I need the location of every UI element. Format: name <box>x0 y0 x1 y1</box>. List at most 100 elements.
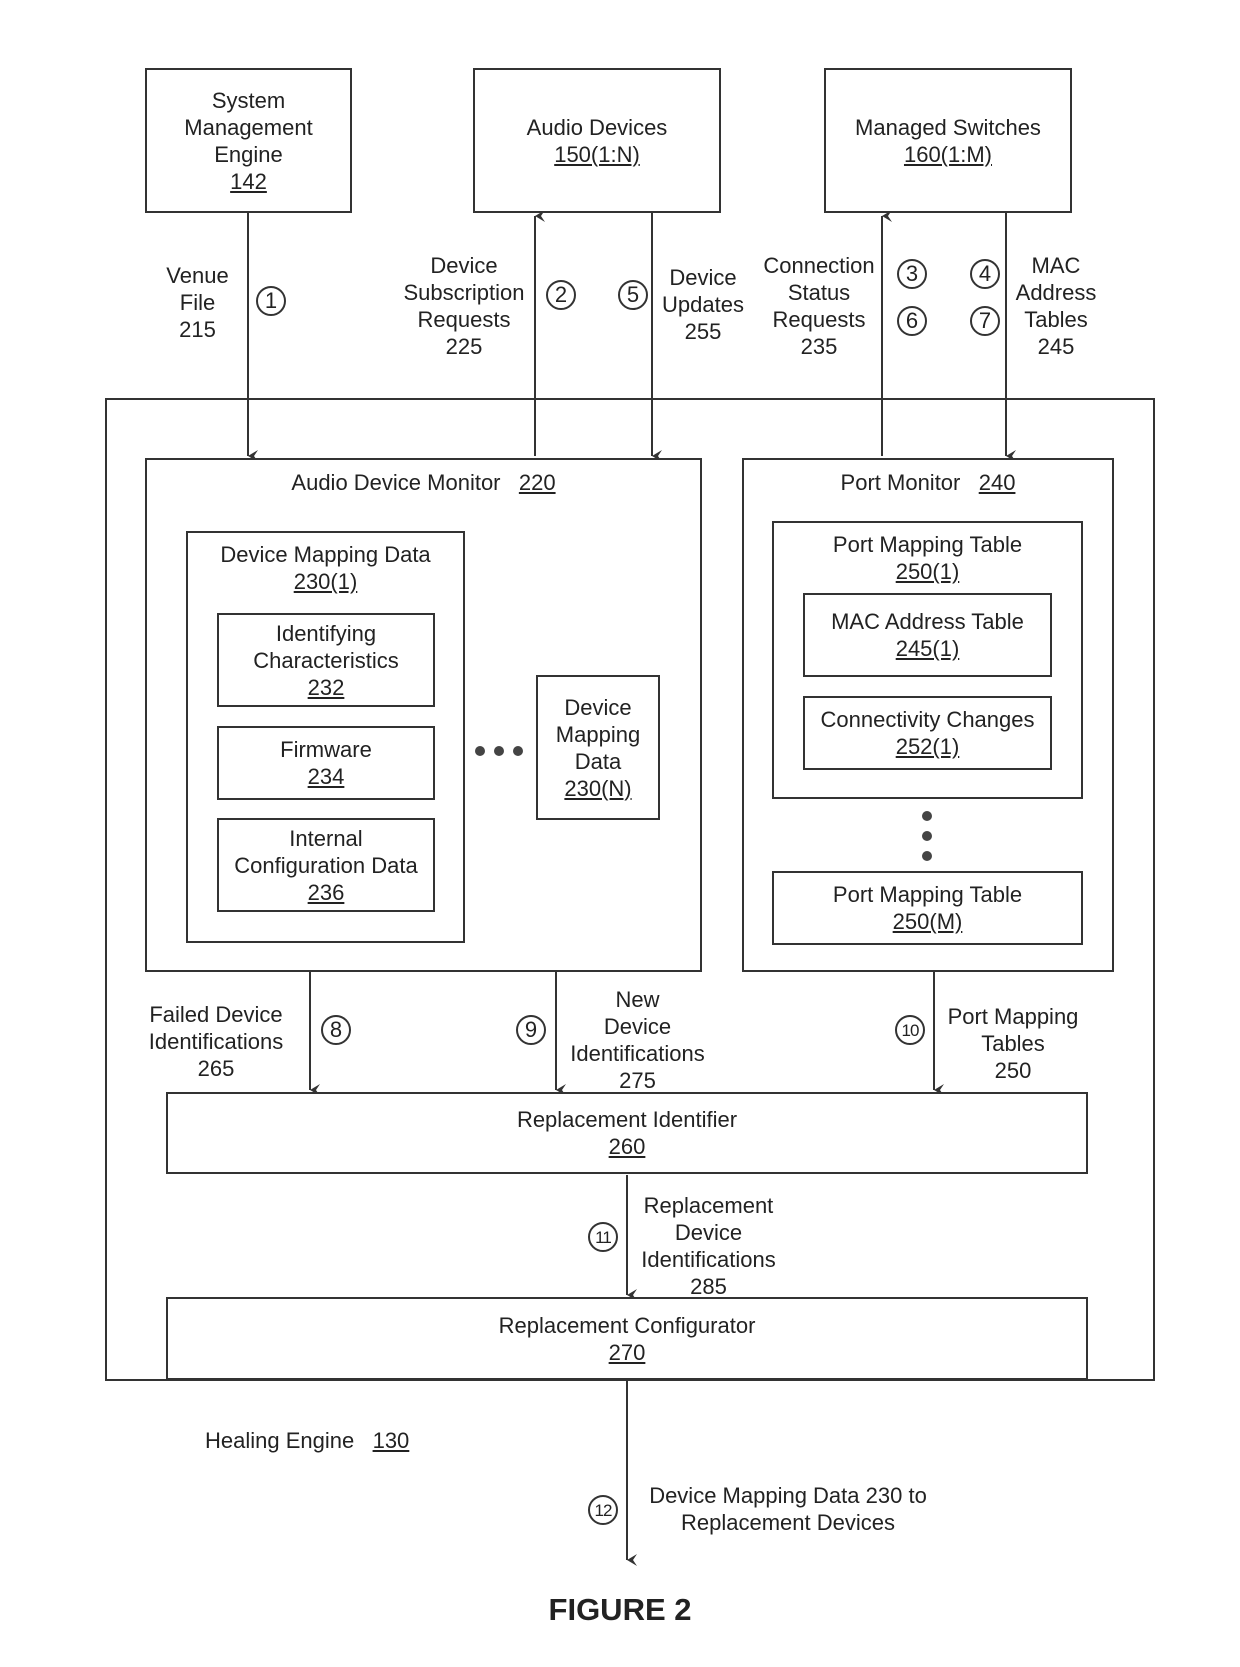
label-line: Replacement Devices <box>681 1510 895 1535</box>
connectivity-name: Connectivity Changes <box>820 707 1035 732</box>
dmdn-line: Data <box>574 748 622 774</box>
step-12-marker: 12 <box>588 1495 618 1525</box>
ri-name: Replacement Identifier <box>516 1107 738 1132</box>
label-line: Address <box>1015 280 1097 305</box>
managed-switches-box: Managed Switches 160(1:M) <box>824 68 1072 213</box>
item-line: Configuration Data <box>234 852 418 878</box>
label-line: Identifications <box>570 1041 705 1066</box>
device-mapping-output-label: Device Mapping Data 230 to Replacement D… <box>638 1482 938 1536</box>
label-line: 215 <box>179 317 216 342</box>
item-line: Firmware <box>280 737 372 762</box>
step-11-marker: 11 <box>588 1222 618 1252</box>
ellipsis-dot <box>922 851 932 861</box>
replacement-identifier-box: Replacement Identifier 260 <box>166 1092 1088 1174</box>
new-device-ids-label: New Device Identifications 275 <box>565 986 710 1094</box>
pm-ref: 240 <box>978 470 1016 495</box>
ellipsis-dot <box>494 746 504 756</box>
label-line: File <box>179 290 216 315</box>
item-line: Internal <box>289 825 363 851</box>
label-line: Device <box>603 1014 672 1039</box>
step-3-marker: 3 <box>897 259 927 289</box>
mac-address-tables-label: MAC Address Tables 245 <box>1012 252 1100 360</box>
rc-ref: 270 <box>608 1339 646 1365</box>
port-monitor-title: Port Monitor 240 <box>744 470 1112 496</box>
label-line: Identifications <box>641 1247 776 1272</box>
figure-caption: FIGURE 2 <box>548 1592 692 1627</box>
connectivity-changes-box: Connectivity Changes 252(1) <box>803 696 1052 770</box>
pmt1-header: Port Mapping Table 250(1) <box>774 531 1081 585</box>
managed-switches-name: Managed Switches <box>855 114 1041 140</box>
system-management-engine-box: System Management Engine 142 <box>145 68 352 213</box>
dmdn-line: Device <box>564 694 632 720</box>
label-line: Requests <box>417 307 511 332</box>
internal-configuration-data-box: Internal Configuration Data 236 <box>217 818 435 912</box>
dmd1-ref: 230(1) <box>293 569 358 594</box>
adm-name: Audio Device Monitor <box>291 470 501 495</box>
label-line: 275 <box>619 1068 656 1093</box>
dmdn-line: Mapping <box>555 721 641 747</box>
healing-engine-ref: 130 <box>372 1428 410 1453</box>
step-8-marker: 8 <box>321 1015 351 1045</box>
sme-line-2: Management <box>184 114 313 140</box>
adm-ref: 220 <box>518 470 556 495</box>
label-line: 250 <box>994 1058 1032 1083</box>
audio-devices-box: Audio Devices 150(1:N) <box>473 68 721 213</box>
label-line: New <box>615 987 660 1012</box>
label-line: Requests <box>772 307 866 332</box>
label-line: 255 <box>684 319 722 344</box>
label-line: Identifications <box>148 1029 284 1054</box>
pmtm-ref: 250(M) <box>892 909 963 934</box>
ellipsis-dot <box>922 831 932 841</box>
step-9-marker: 9 <box>516 1015 546 1045</box>
connection-status-label: Connection Status Requests 235 <box>760 252 878 360</box>
label-line: Port Mapping <box>947 1004 1079 1029</box>
device-mapping-data-n-box: Device Mapping Data 230(N) <box>536 675 660 820</box>
audio-devices-name: Audio Devices <box>526 114 668 140</box>
mac-address-table-box: MAC Address Table 245(1) <box>803 593 1052 677</box>
rc-name: Replacement Configurator <box>498 1312 756 1338</box>
audio-device-monitor-title: Audio Device Monitor 220 <box>147 470 700 496</box>
label-line: Device <box>674 1220 743 1245</box>
sme-ref: 142 <box>230 168 267 194</box>
step-2-marker: 2 <box>546 280 576 310</box>
sme-line-1: System <box>211 87 286 113</box>
venue-file-label: Venue File 215 <box>155 262 240 343</box>
label-line: 245 <box>1037 334 1075 359</box>
label-line: Subscription <box>403 280 525 305</box>
label-line: Device Mapping Data 230 to <box>649 1483 927 1508</box>
failed-device-ids-label: Failed Device Identifications 265 <box>145 1001 287 1082</box>
label-line: 265 <box>197 1056 235 1081</box>
pmt1-name: Port Mapping Table <box>832 532 1023 557</box>
item-ref: 234 <box>307 764 345 789</box>
replacement-device-ids-label: Replacement Device Identifications 285 <box>636 1192 781 1300</box>
replacement-configurator-box: Replacement Configurator 270 <box>166 1297 1088 1380</box>
label-line: Tables <box>981 1031 1045 1056</box>
step-1-marker: 1 <box>256 286 286 316</box>
label-line: Status <box>787 280 851 305</box>
label-line: Connection <box>763 253 875 278</box>
dmd1-name: Device Mapping Data <box>220 542 431 567</box>
step-4-marker: 4 <box>970 259 1000 289</box>
label-line: Venue <box>166 263 229 288</box>
step-7-marker: 7 <box>970 306 1000 336</box>
healing-engine-name: Healing Engine <box>205 1428 355 1453</box>
sme-line-3: Engine <box>214 141 283 167</box>
step-5-marker: 5 <box>618 280 648 310</box>
pm-name: Port Monitor <box>840 470 961 495</box>
dmdn-ref: 230(N) <box>564 775 632 801</box>
step-10-marker: 10 <box>895 1015 925 1045</box>
dmd1-header: Device Mapping Data 230(1) <box>188 541 463 595</box>
connectivity-ref: 252(1) <box>895 734 960 759</box>
item-line: Identifying <box>275 620 377 646</box>
firmware-box: Firmware 234 <box>217 726 435 800</box>
mac-table-ref: 245(1) <box>895 636 960 661</box>
item-ref: 236 <box>307 879 345 905</box>
port-mapping-table-m-box: Port Mapping Table 250(M) <box>772 871 1083 945</box>
label-line: Updates <box>662 292 744 317</box>
pmtm-name: Port Mapping Table <box>832 882 1023 907</box>
managed-switches-ref: 160(1:M) <box>903 141 993 167</box>
item-line: Characteristics <box>253 647 399 673</box>
ri-ref: 260 <box>608 1134 646 1159</box>
pmt1-ref: 250(1) <box>895 559 960 584</box>
device-updates-label: Device Updates 255 <box>658 264 748 345</box>
